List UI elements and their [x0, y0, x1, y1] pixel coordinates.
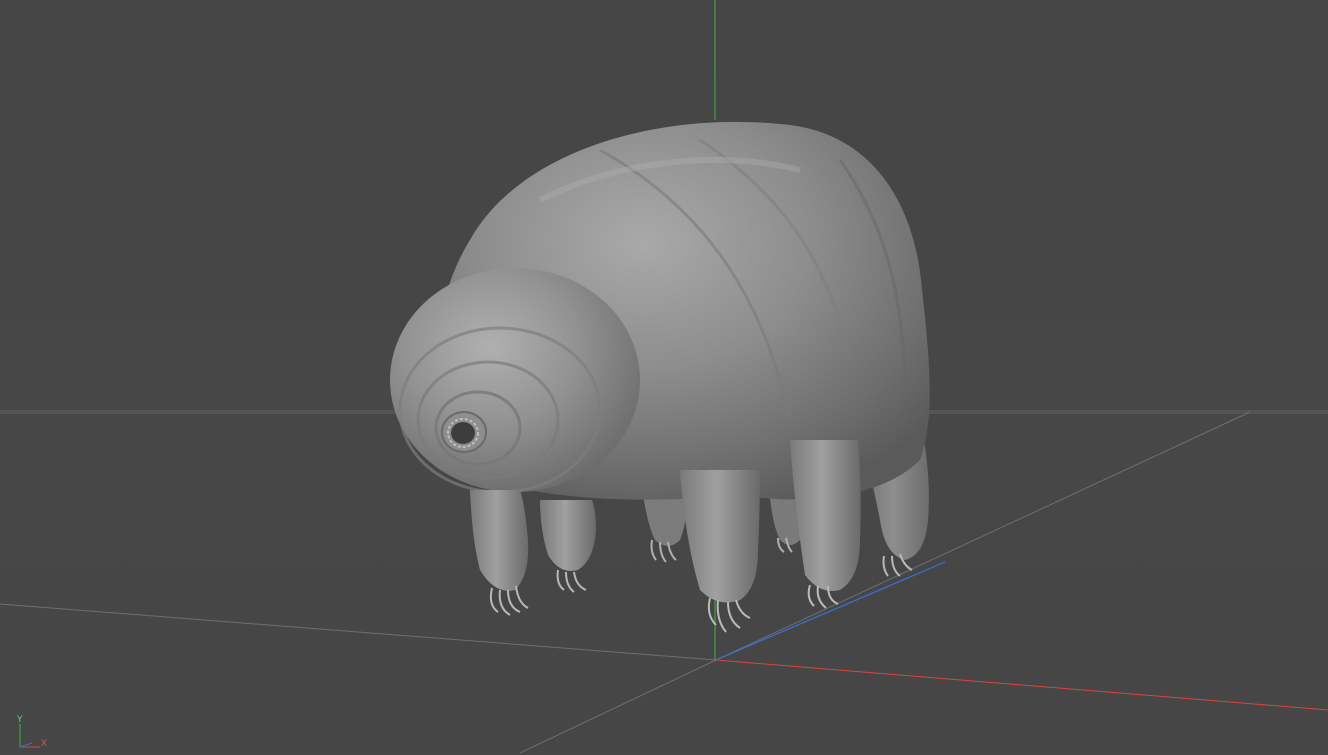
3d-viewport[interactable]: Y X — [0, 0, 1328, 753]
claws-front-2 — [556, 569, 587, 593]
leg-front-2 — [540, 500, 596, 571]
viewport-scene[interactable] — [0, 0, 1328, 753]
gizmo-z-axis — [19, 742, 33, 748]
grid-line — [0, 603, 717, 661]
head — [390, 268, 640, 492]
tardigrade-model — [390, 121, 930, 633]
gizmo-y-label: Y — [17, 715, 23, 725]
x-axis-line — [715, 659, 1328, 711]
leg-mid-center — [680, 470, 760, 603]
mouth-inner — [451, 422, 475, 444]
leg-front-left — [470, 490, 529, 591]
gizmo-x-label: X — [41, 739, 48, 749]
grid-line — [519, 659, 717, 753]
leg-rear-left — [790, 440, 861, 591]
axis-orientation-gizmo: Y X — [12, 715, 52, 751]
